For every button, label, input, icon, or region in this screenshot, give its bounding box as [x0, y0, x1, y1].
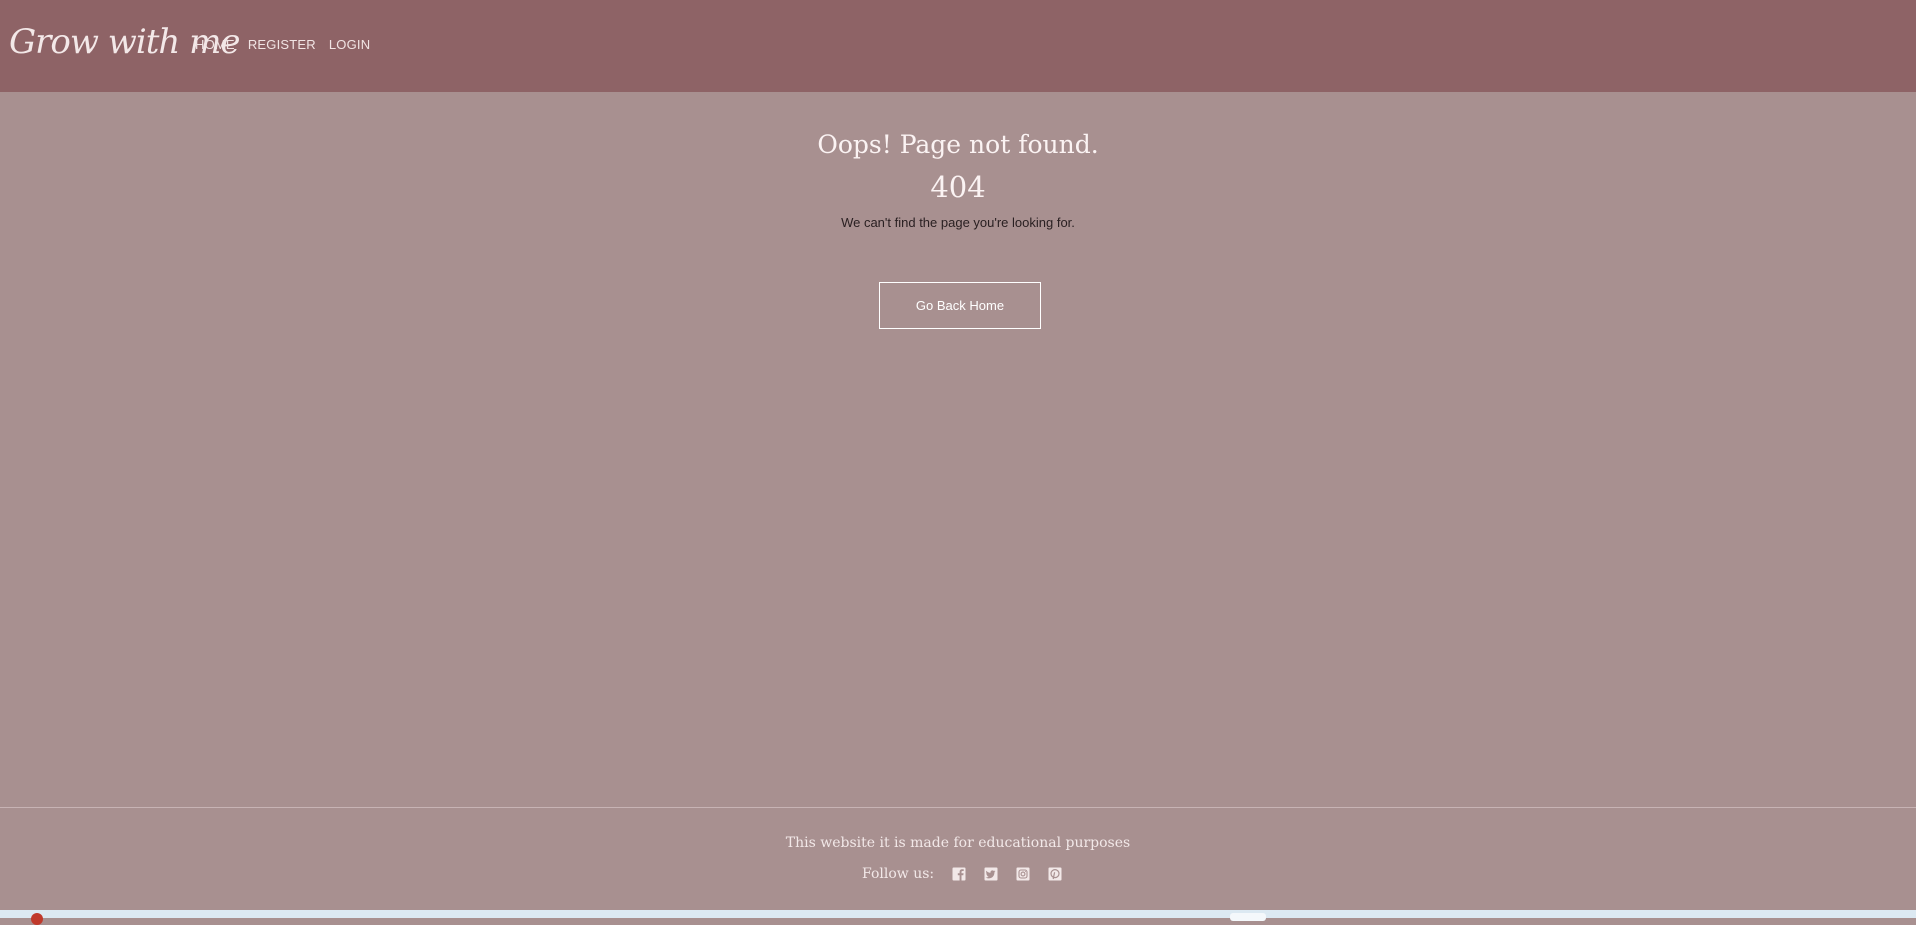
- error-code: 404: [930, 170, 986, 204]
- strip-chip: [1230, 913, 1266, 921]
- facebook-icon[interactable]: [952, 867, 966, 881]
- main-nav: HOME REGISTER LOGIN: [195, 37, 370, 52]
- site-header: Grow with me HOME REGISTER LOGIN: [0, 0, 1916, 92]
- not-found-section: Oops! Page not found. 404 We can't find …: [0, 92, 1916, 807]
- go-back-home-button[interactable]: Go Back Home: [879, 282, 1041, 329]
- pinterest-icon[interactable]: [1048, 867, 1062, 881]
- strip-indicator-icon: [31, 913, 43, 925]
- error-title: Oops! Page not found.: [817, 130, 1099, 159]
- instagram-icon[interactable]: [1016, 867, 1030, 881]
- nav-link-register[interactable]: REGISTER: [248, 37, 316, 52]
- nav-link-login[interactable]: LOGIN: [329, 37, 370, 52]
- follow-us: Follow us:: [862, 866, 1080, 882]
- follow-label: Follow us:: [862, 866, 935, 882]
- error-description: We can't find the page you're looking fo…: [841, 215, 1075, 230]
- nav-link-home[interactable]: HOME: [195, 37, 235, 52]
- twitter-icon[interactable]: [984, 867, 998, 881]
- browser-bottom-strip: [0, 910, 1916, 925]
- footer-note: This website it is made for educational …: [785, 835, 1131, 851]
- site-footer: This website it is made for educational …: [0, 807, 1916, 910]
